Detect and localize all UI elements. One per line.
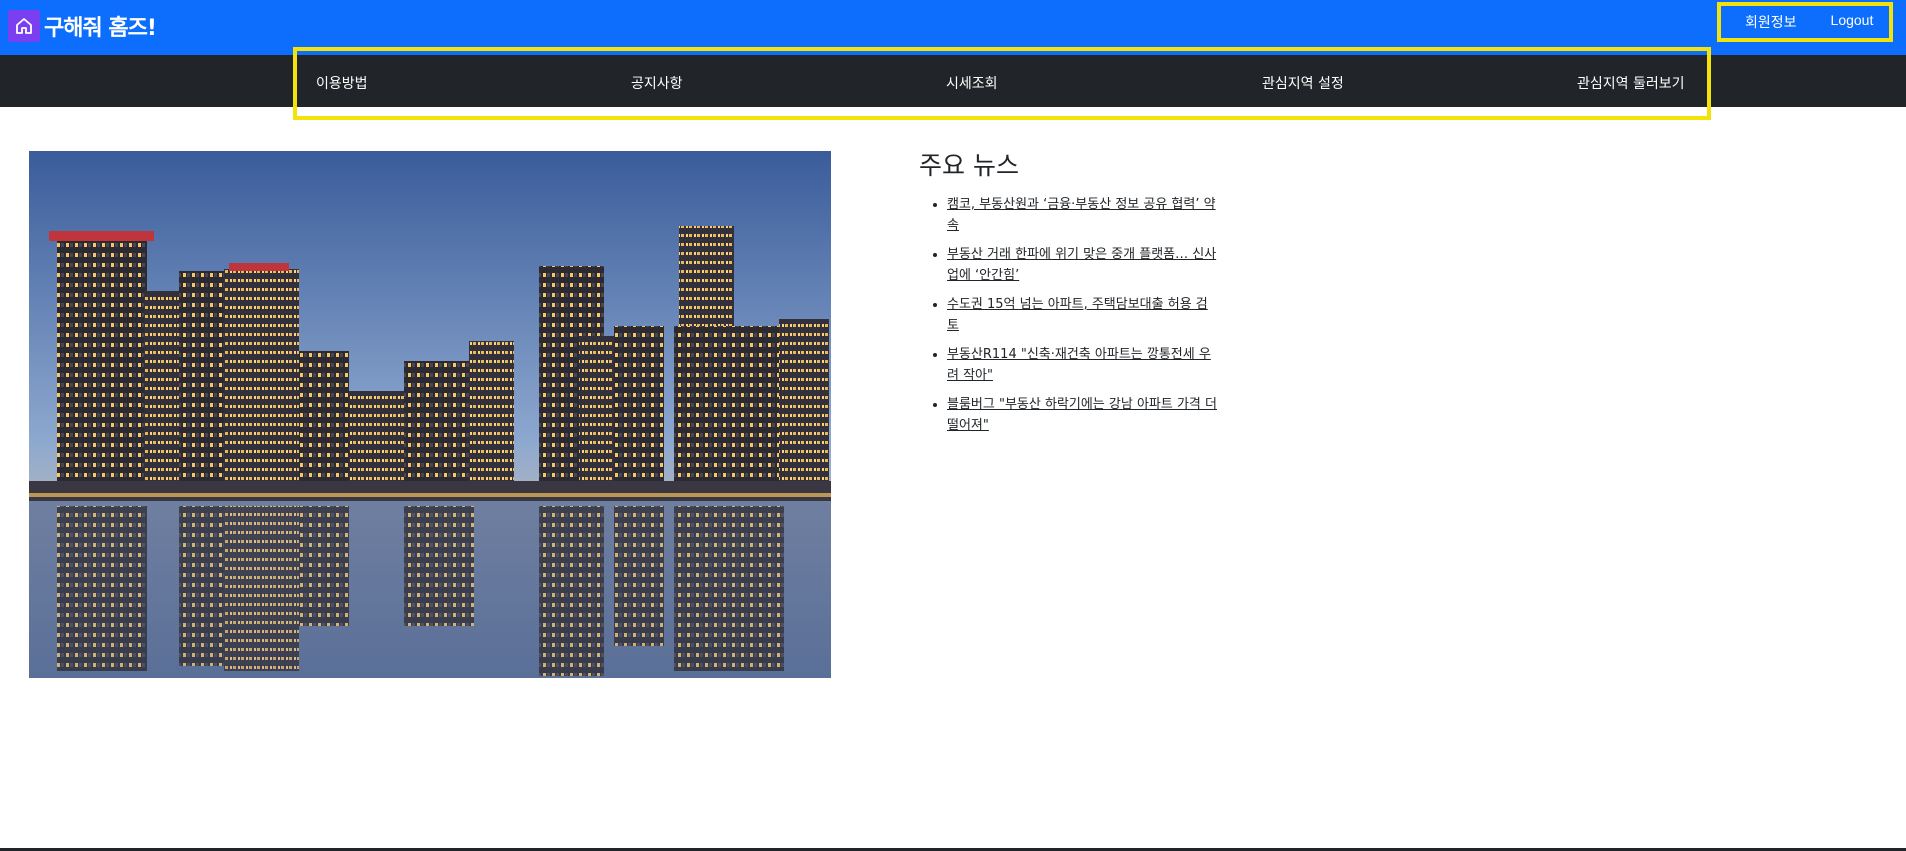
list-item: 부동산 거래 한파에 위기 맞은 중개 플랫폼… 신사업에 ‘안간힘’ bbox=[947, 244, 1219, 286]
brand-logo[interactable]: 구해줘 홈즈! bbox=[8, 10, 157, 42]
nav-item-interest-setting[interactable]: 관심지역 설정 bbox=[1262, 73, 1344, 93]
news-link[interactable]: 부동산R114 "신축·재건축 아파트는 깡통전세 우려 작아" bbox=[947, 347, 1211, 383]
nav-item-guide[interactable]: 이용방법 bbox=[316, 73, 368, 93]
news-title: 주요 뉴스 bbox=[919, 151, 1019, 180]
list-item: 캠코, 부동산원과 ‘금융·부동산 정보 공유 협력’ 약속 bbox=[947, 194, 1219, 236]
home-icon bbox=[8, 10, 40, 42]
city-night-image bbox=[29, 151, 831, 678]
logout-link[interactable]: Logout bbox=[1831, 12, 1874, 28]
news-link[interactable]: 블룸버그 "부동산 하락기에는 강남 아파트 가격 더 떨어져" bbox=[947, 397, 1217, 433]
news-section: 주요 뉴스 캠코, 부동산원과 ‘금융·부동산 정보 공유 협력’ 약속 부동산… bbox=[919, 146, 1219, 444]
member-info-link[interactable]: 회원정보 bbox=[1745, 12, 1797, 32]
list-item: 부동산R114 "신축·재건축 아파트는 깡통전세 우려 작아" bbox=[947, 344, 1219, 386]
news-link[interactable]: 수도권 15억 넘는 아파트, 주택담보대출 허용 검토 bbox=[947, 297, 1208, 333]
news-link[interactable]: 부동산 거래 한파에 위기 맞은 중개 플랫폼… 신사업에 ‘안간힘’ bbox=[947, 247, 1216, 283]
nav-highlight bbox=[293, 47, 1711, 120]
brand-text: 구해줘 홈즈! bbox=[44, 16, 157, 41]
nav-item-interest-browse[interactable]: 관심지역 둘러보기 bbox=[1577, 73, 1685, 93]
nav-item-price-search[interactable]: 시세조회 bbox=[946, 73, 998, 93]
nav-item-notice[interactable]: 공지사항 bbox=[631, 73, 683, 93]
list-item: 수도권 15억 넘는 아파트, 주택담보대출 허용 검토 bbox=[947, 294, 1219, 336]
user-menu: 회원정보 Logout bbox=[1717, 2, 1893, 42]
news-link[interactable]: 캠코, 부동산원과 ‘금융·부동산 정보 공유 협력’ 약속 bbox=[947, 197, 1216, 233]
list-item: 블룸버그 "부동산 하락기에는 강남 아파트 가격 더 떨어져" bbox=[947, 394, 1219, 436]
news-list: 캠코, 부동산원과 ‘금융·부동산 정보 공유 협력’ 약속 부동산 거래 한파… bbox=[919, 194, 1219, 436]
